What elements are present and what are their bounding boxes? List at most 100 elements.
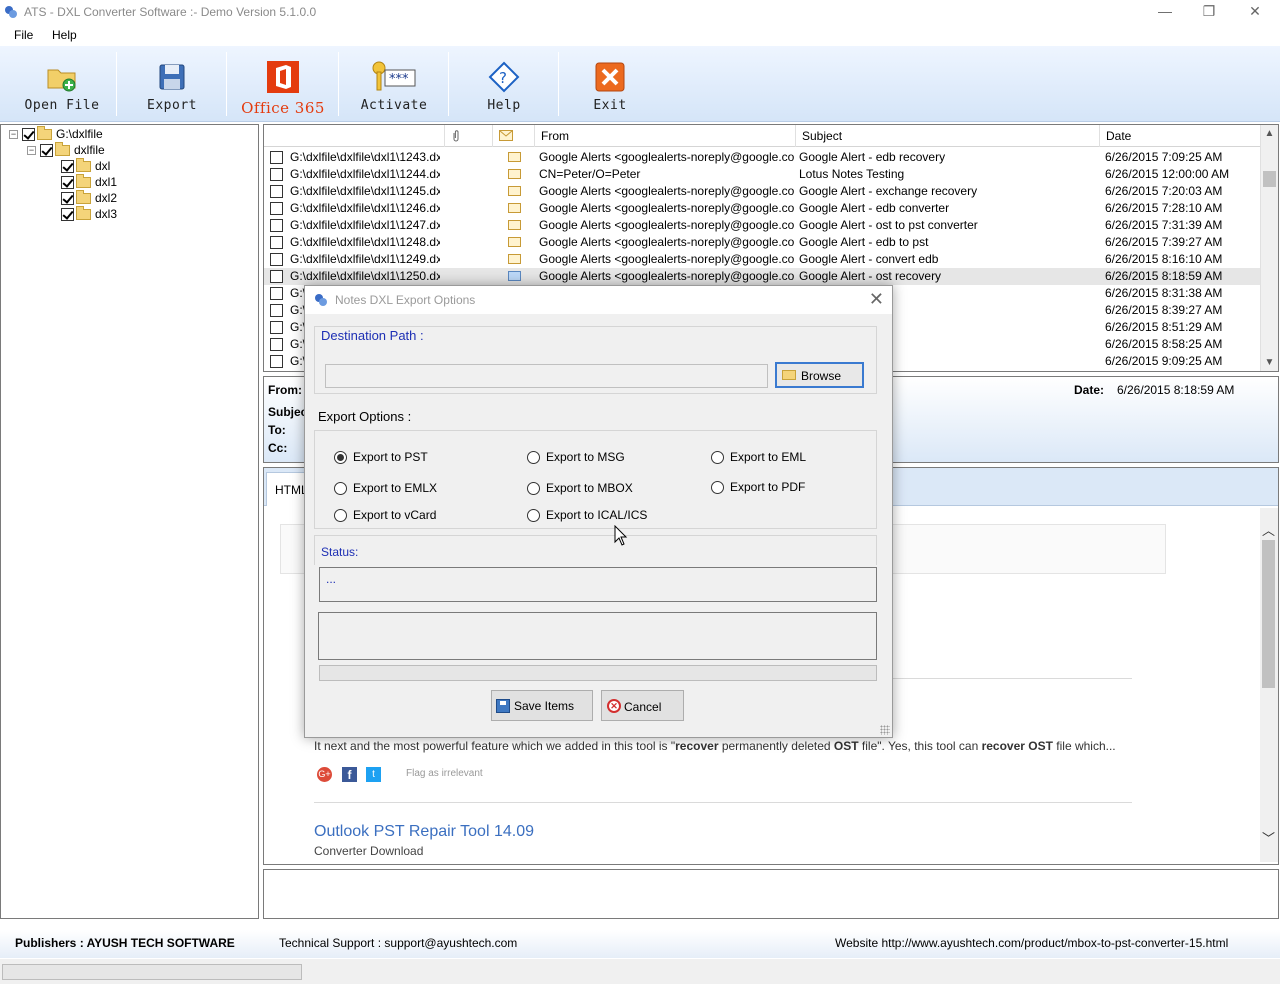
tree-checkbox[interactable]: [61, 159, 74, 173]
save-items-button[interactable]: Save Items: [491, 690, 593, 721]
attachment-column[interactable]: [445, 125, 493, 147]
tree-item-dxl1[interactable]: dxl1: [61, 173, 118, 190]
activate-button[interactable]: *** Activate: [342, 46, 446, 122]
option-emlx[interactable]: Export to EMLX: [334, 481, 437, 495]
result-link-title[interactable]: Outlook PST Repair Tool 14.09: [314, 823, 534, 841]
radio-button[interactable]: [527, 508, 540, 522]
radio-button[interactable]: [711, 450, 724, 464]
tree-item-label: dxl2: [95, 191, 118, 205]
radio-button[interactable]: [334, 508, 347, 522]
radio-button[interactable]: [527, 450, 540, 464]
tree-checkbox[interactable]: [40, 143, 53, 157]
result-link-subtitle: Converter Download: [314, 844, 424, 858]
tree-item-dxl2[interactable]: dxl2: [61, 189, 118, 206]
menu-file[interactable]: File: [14, 28, 33, 42]
row-date: 6/26/2015 7:28:10 AM: [1105, 201, 1223, 215]
row-checkbox[interactable]: [270, 202, 283, 215]
collapse-icon[interactable]: −: [27, 145, 36, 155]
preview-scrollbar[interactable]: ︿ ﹀: [1260, 508, 1278, 862]
scroll-thumb[interactable]: [1263, 171, 1276, 187]
list-scrollbar[interactable]: ▲ ▼: [1260, 125, 1278, 371]
option-pdf[interactable]: Export to PDF: [711, 480, 805, 494]
row-checkbox[interactable]: [270, 253, 283, 266]
radio-button[interactable]: [527, 481, 540, 495]
row-checkbox[interactable]: [270, 270, 283, 283]
tree-checkbox[interactable]: [22, 127, 35, 141]
row-path: G:\dxlfile\dxlfile\dxl1\1246.dxl: [290, 201, 440, 215]
dialog-close-icon[interactable]: ✕: [869, 289, 884, 310]
menu-help[interactable]: Help: [52, 28, 77, 42]
row-checkbox[interactable]: [270, 355, 283, 368]
cancel-button[interactable]: ✕ Cancel: [601, 690, 684, 721]
resize-grip[interactable]: [880, 725, 890, 735]
radio-button[interactable]: [711, 480, 724, 494]
office365-button[interactable]: Office 365: [230, 46, 336, 122]
tree-item-dxl3[interactable]: dxl3: [61, 205, 117, 222]
date-column[interactable]: Date: [1100, 125, 1261, 147]
table-row[interactable]: G:\dxlfile\dxlfile\dxl1\1245.dxl Google A…: [264, 183, 1261, 200]
tree-item-label: dxl1: [95, 175, 118, 189]
row-from: CN=Peter/O=Peter: [539, 167, 641, 181]
subject-column[interactable]: Subject: [796, 125, 1100, 147]
table-row[interactable]: G:\dxlfile\dxlfile\dxl1\1248.dxl Google A…: [264, 234, 1261, 251]
scroll-down-icon[interactable]: ▼: [1261, 354, 1278, 371]
close-button[interactable]: ✕: [1232, 0, 1278, 24]
table-row[interactable]: G:\dxlfile\dxlfile\dxl1\1246.dxl Google A…: [264, 200, 1261, 217]
radio-button[interactable]: [334, 481, 347, 495]
table-row[interactable]: G:\dxlfile\dxlfile\dxl1\1250.dxl Google A…: [264, 268, 1261, 285]
table-row[interactable]: G:\dxlfile\dxlfile\dxl1\1249.dxl Google A…: [264, 251, 1261, 268]
option-vcard[interactable]: Export to vCard: [334, 508, 436, 522]
help-button[interactable]: ? Help: [452, 46, 556, 122]
export-button[interactable]: Export: [120, 46, 224, 122]
row-from: Google Alerts <googlealerts-noreply@goog…: [539, 184, 794, 198]
tree-item-dxl[interactable]: dxl: [61, 157, 110, 174]
scroll-thumb[interactable]: [1262, 540, 1275, 688]
browse-button[interactable]: Browse: [775, 362, 864, 388]
tree-checkbox[interactable]: [61, 191, 74, 205]
row-checkbox[interactable]: [270, 321, 283, 334]
status-bar: [0, 959, 1280, 984]
scroll-up-icon[interactable]: ▲: [1261, 125, 1278, 142]
row-checkbox[interactable]: [270, 185, 283, 198]
twitter-icon[interactable]: t: [366, 767, 381, 782]
row-checkbox[interactable]: [270, 304, 283, 317]
from-label: From:: [268, 383, 302, 397]
row-checkbox[interactable]: [270, 219, 283, 232]
table-row[interactable]: G:\dxlfile\dxlfile\dxl1\1244.dxl CN=Peter…: [264, 166, 1261, 183]
tree-checkbox[interactable]: [61, 207, 74, 221]
option-msg[interactable]: Export to MSG: [527, 450, 625, 464]
row-checkbox[interactable]: [270, 236, 283, 249]
destination-path-input[interactable]: [325, 364, 768, 388]
scroll-up-icon[interactable]: ︿: [1260, 522, 1277, 539]
radio-button[interactable]: [334, 450, 347, 464]
tree-root[interactable]: − G:\dxlfile: [9, 125, 103, 142]
row-path: G:\dxlfile\dxlfile\dxl1\1248.dxl: [290, 235, 440, 249]
exit-button[interactable]: Exit: [562, 46, 658, 122]
restore-button[interactable]: ❐: [1186, 0, 1232, 24]
table-row[interactable]: G:\dxlfile\dxlfile\dxl1\1247.dxl Google A…: [264, 217, 1261, 234]
option-eml[interactable]: Export to EML: [711, 450, 806, 464]
flag-irrelevant-link[interactable]: Flag as irrelevant: [406, 768, 483, 779]
row-from: Google Alerts <googlealerts-noreply@goog…: [539, 269, 794, 283]
option-pst[interactable]: Export to PST: [334, 450, 428, 464]
publishers-text: Publishers : AYUSH TECH SOFTWARE: [15, 936, 235, 950]
row-checkbox[interactable]: [270, 287, 283, 300]
row-checkbox[interactable]: [270, 151, 283, 164]
facebook-icon[interactable]: f: [342, 767, 357, 782]
row-checkbox[interactable]: [270, 168, 283, 181]
type-column[interactable]: [493, 125, 535, 147]
tree-checkbox[interactable]: [61, 175, 74, 189]
google-plus-icon[interactable]: G+: [317, 767, 332, 782]
row-date: 6/26/2015 7:20:03 AM: [1105, 184, 1223, 198]
open-file-button[interactable]: Open File: [10, 46, 114, 122]
scroll-down-icon[interactable]: ﹀: [1260, 830, 1277, 847]
row-date: 6/26/2015 8:51:29 AM: [1105, 320, 1223, 334]
option-mbox[interactable]: Export to MBOX: [527, 481, 633, 495]
collapse-icon[interactable]: −: [9, 129, 18, 139]
option-ical[interactable]: Export to ICAL/ICS: [527, 508, 647, 522]
tree-folder[interactable]: − dxlfile: [27, 141, 105, 158]
minimize-button[interactable]: —: [1142, 0, 1188, 24]
table-row[interactable]: G:\dxlfile\dxlfile\dxl1\1243.dxl Google A…: [264, 149, 1261, 166]
from-column[interactable]: From: [535, 125, 796, 147]
row-checkbox[interactable]: [270, 338, 283, 351]
